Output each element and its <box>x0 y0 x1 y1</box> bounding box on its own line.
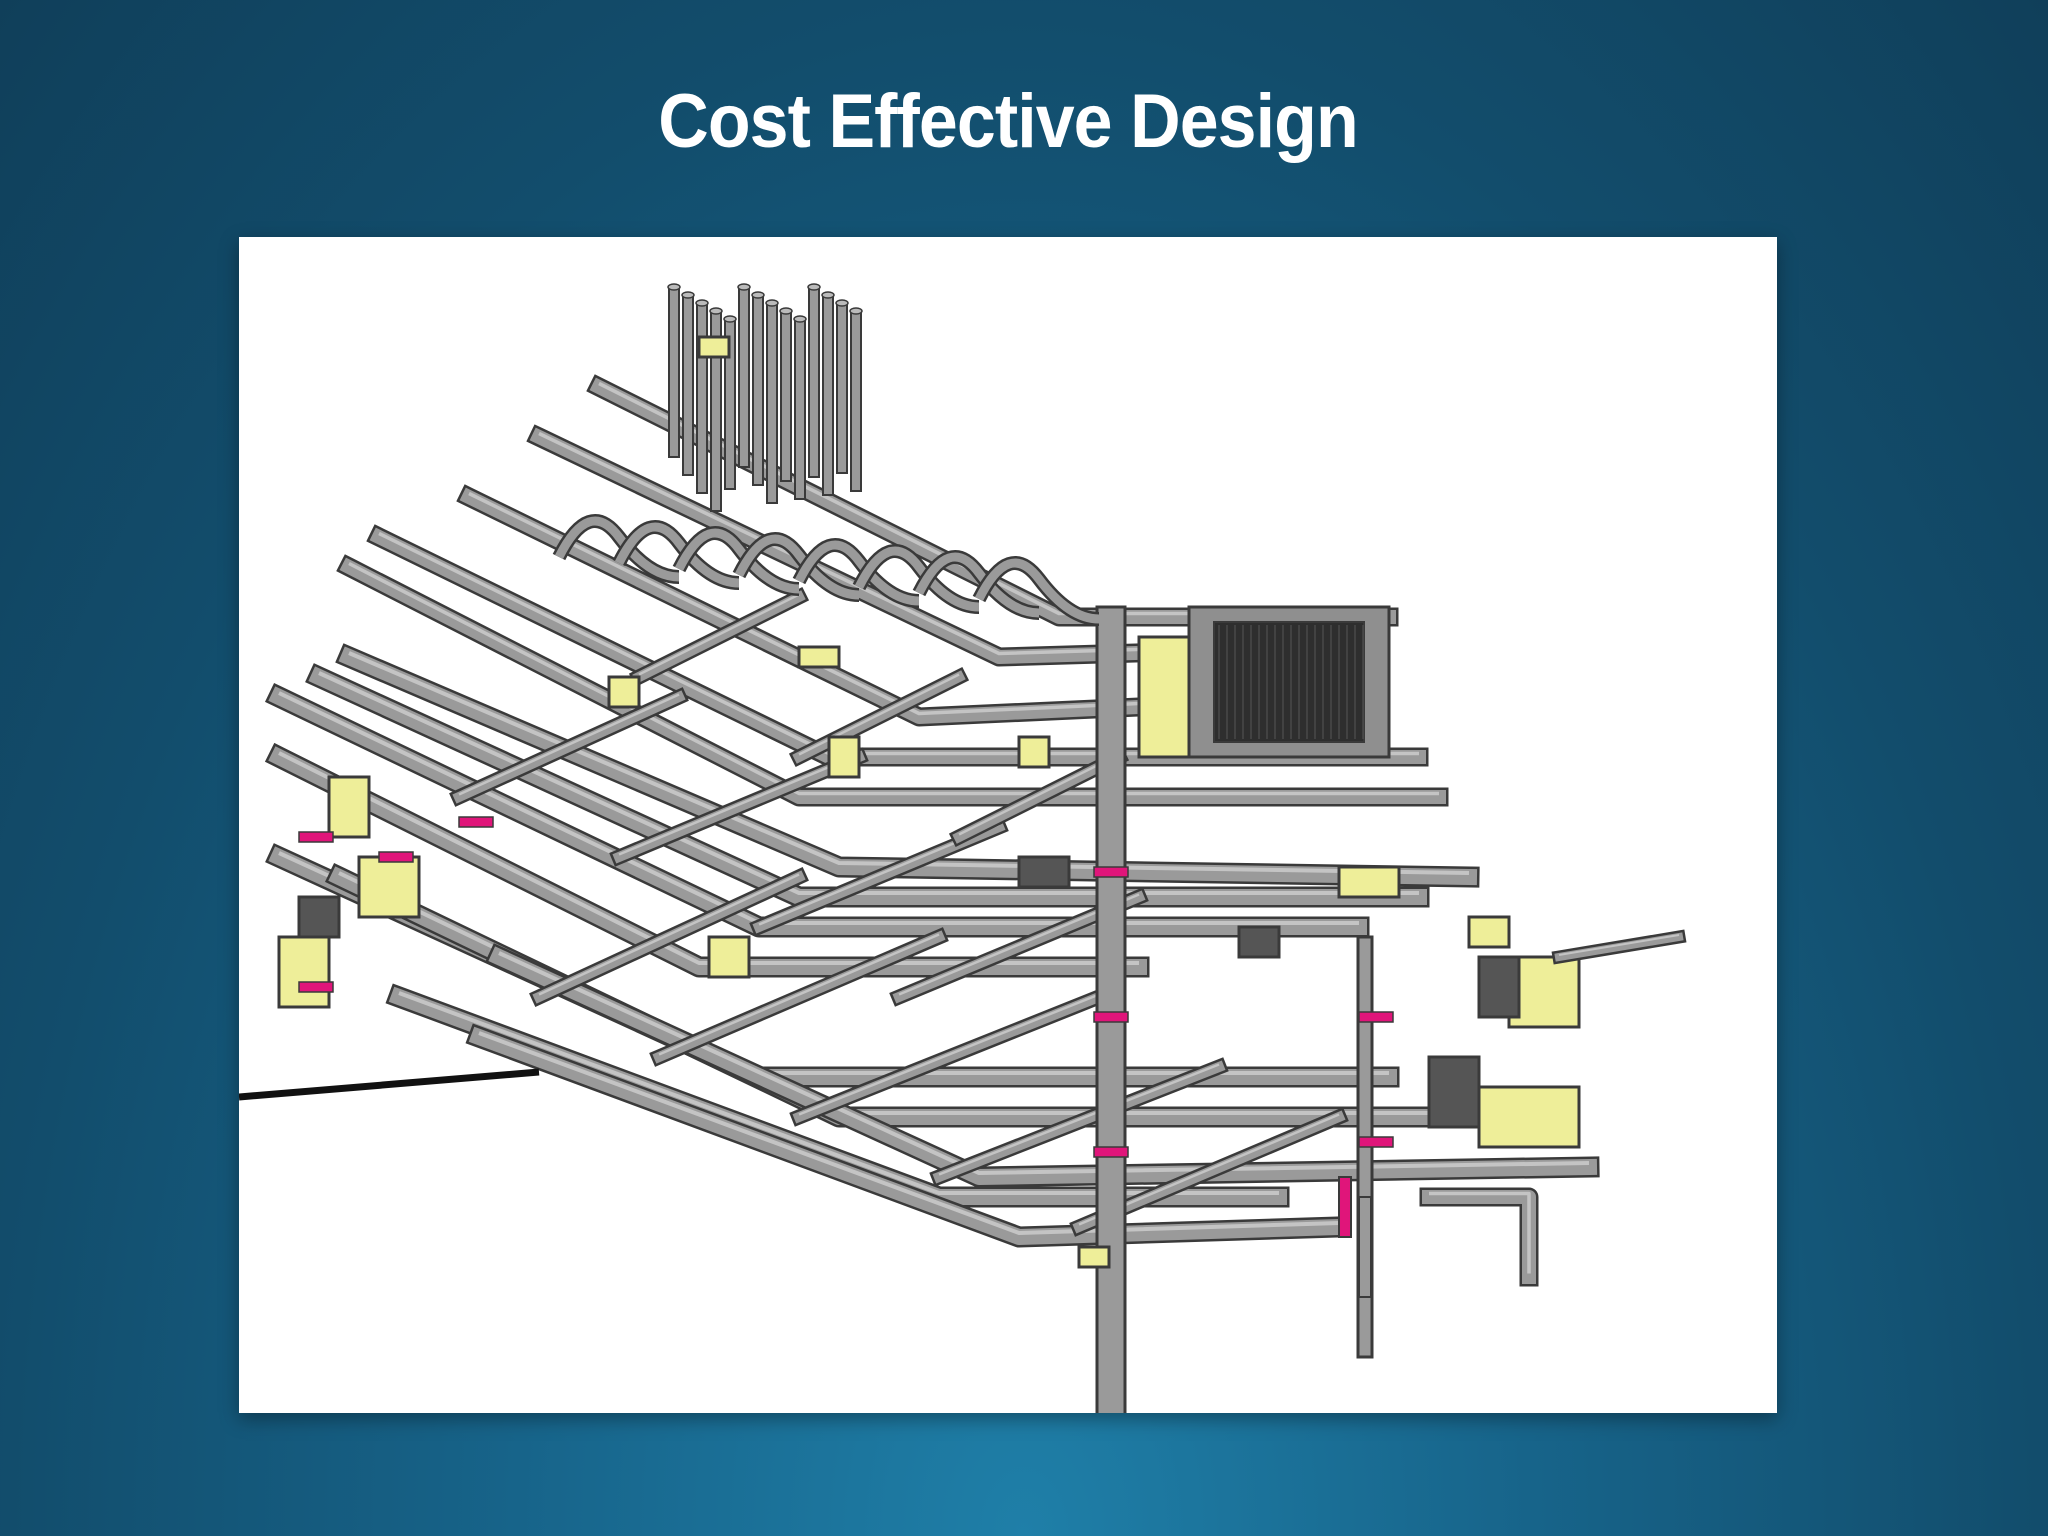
exhaust-stack-cap-13 <box>849 307 863 315</box>
flex-connector-6 <box>378 851 414 863</box>
dark-equipment-2 <box>297 895 341 939</box>
slide-title: Cost Effective Design <box>658 79 1358 164</box>
ductwork-3d-figure <box>239 237 1777 1413</box>
equipment-unit-1 <box>357 855 421 919</box>
flex-connector-0 <box>1093 866 1129 878</box>
lower-right-connector <box>1338 1176 1352 1238</box>
ductwork-model-drawing <box>239 283 1687 1413</box>
flex-connector-1 <box>1093 1011 1129 1023</box>
exhaust-stack-cap-12 <box>835 299 849 307</box>
exhaust-stack-12 <box>836 302 848 474</box>
flex-connector-3 <box>1358 1011 1394 1023</box>
dark-equipment-3 <box>1017 855 1071 889</box>
exhaust-stack-9 <box>794 318 806 500</box>
exhaust-stack-cap-1 <box>681 291 695 299</box>
equipment-unit-8 <box>1477 1085 1581 1149</box>
exhaust-stack-5 <box>738 286 750 468</box>
exhaust-stack-6 <box>752 294 764 486</box>
branch-duct-2-highlight <box>798 993 1100 1116</box>
equipment-unit-5 <box>1017 735 1051 769</box>
dark-equipment-4 <box>1237 925 1281 959</box>
exhaust-stack-10 <box>808 286 820 478</box>
exhaust-stack-cap-4 <box>723 315 737 323</box>
lower-right-duct-drop <box>1358 1196 1372 1298</box>
lower-right-duct-leg <box>1419 1187 1539 1287</box>
exhaust-stack-cap-5 <box>737 283 751 291</box>
ground-line <box>239 1068 540 1101</box>
main-riser <box>1095 605 1127 1413</box>
equipment-unit-2 <box>277 935 331 1009</box>
equipment-unit-11 <box>797 645 841 669</box>
exhaust-stack-8 <box>780 310 792 482</box>
equipment-unit-0 <box>327 775 371 839</box>
equipment-unit-9 <box>1337 865 1401 899</box>
right-branch-duct-face <box>1554 932 1684 962</box>
exhaust-stack-cap-11 <box>821 291 835 299</box>
exhaust-stack-cap-7 <box>765 299 779 307</box>
air-handling-unit-grille <box>1213 621 1365 743</box>
exhaust-stack-cap-2 <box>695 299 709 307</box>
exhaust-stack-cap-10 <box>807 283 821 291</box>
exhaust-stack-13 <box>850 310 862 492</box>
lower-right-duct-leg-face <box>1422 1190 1536 1284</box>
equipment-unit-4 <box>607 675 641 709</box>
exhaust-stack-1 <box>682 294 694 476</box>
dark-equipment-0 <box>1427 1055 1481 1129</box>
equipment-unit-13 <box>1467 915 1511 949</box>
branch-duct-9-highlight <box>638 593 800 676</box>
branch-duct-2-face <box>792 990 1106 1124</box>
equipment-unit-3 <box>707 935 751 979</box>
air-handling-unit-side-panel <box>1137 635 1191 759</box>
equipment-unit-6 <box>827 735 861 779</box>
exhaust-stack-cap-3 <box>709 307 723 315</box>
equipment-unit-12 <box>697 335 731 359</box>
equipment-unit-10 <box>1077 1245 1111 1269</box>
exhaust-stack-cap-9 <box>793 315 807 323</box>
exhaust-stack-11 <box>822 294 834 496</box>
exhaust-stack-0 <box>668 286 680 458</box>
flex-connector-8 <box>458 816 494 828</box>
flex-connector-7 <box>298 981 334 993</box>
flex-connector-4 <box>1358 1136 1394 1148</box>
exhaust-stack-2 <box>696 302 708 494</box>
flex-connector-2 <box>1093 1146 1129 1158</box>
exhaust-stack-cap-0 <box>667 283 681 291</box>
exhaust-stack-cap-8 <box>779 307 793 315</box>
dark-equipment-1 <box>1477 955 1521 1019</box>
exhaust-stack-7 <box>766 302 778 504</box>
flex-connector-5 <box>298 831 334 843</box>
exhaust-stack-cap-6 <box>751 291 765 299</box>
